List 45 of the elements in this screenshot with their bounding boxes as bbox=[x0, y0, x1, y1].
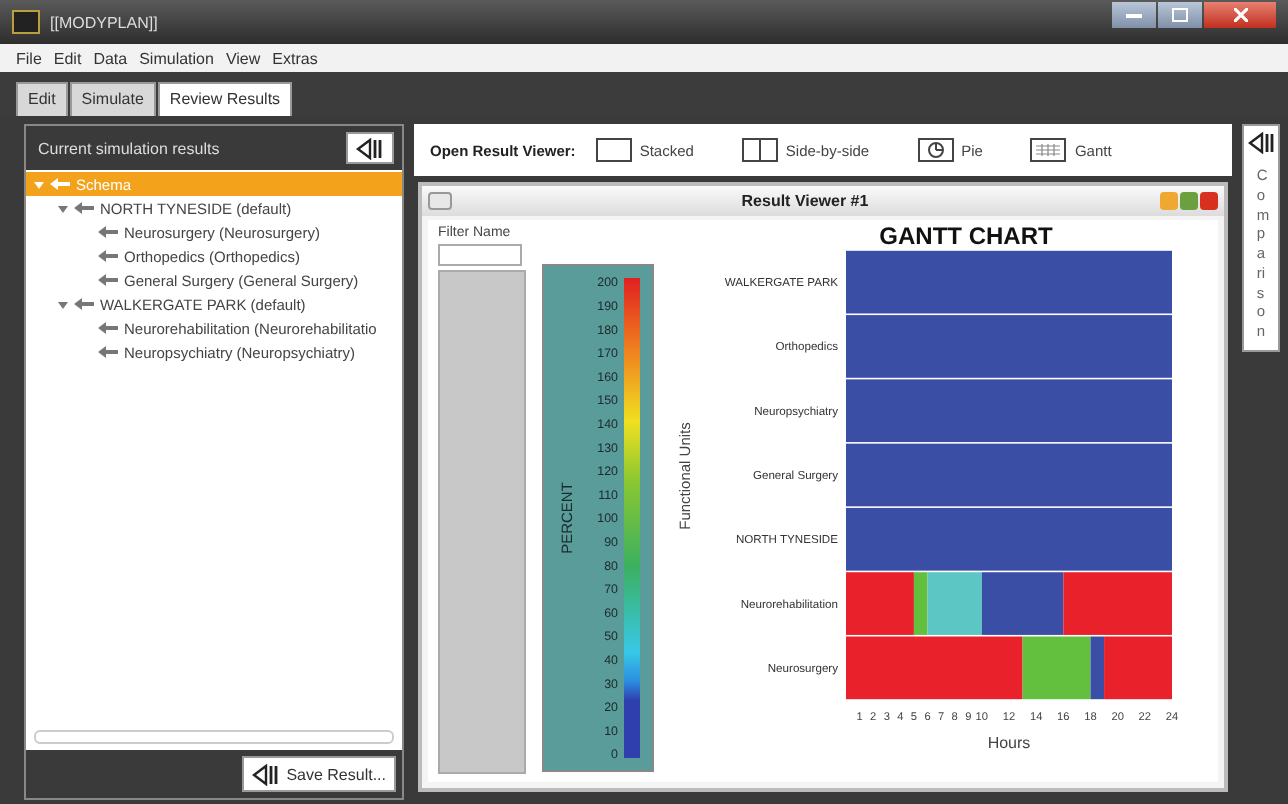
side-by-side-view-icon bbox=[741, 138, 778, 162]
expanded-arrow-icon[interactable] bbox=[58, 203, 68, 213]
filter-list[interactable] bbox=[438, 270, 526, 774]
window-menu-button[interactable] bbox=[428, 192, 452, 210]
menu-item[interactable]: File bbox=[16, 49, 42, 67]
pie-chart-icon bbox=[917, 138, 954, 162]
node-icon bbox=[50, 178, 70, 190]
filter-field[interactable] bbox=[438, 244, 522, 266]
tab[interactable]: Simulate bbox=[69, 82, 156, 116]
menu-item[interactable]: View bbox=[225, 49, 261, 67]
gantt-chart-icon bbox=[1030, 138, 1067, 162]
axis-title: Hours bbox=[987, 734, 1031, 752]
node-icon bbox=[74, 202, 94, 214]
minimize-button[interactable] bbox=[1112, 1, 1156, 27]
node-icon bbox=[98, 322, 118, 334]
node-icon bbox=[98, 274, 118, 286]
app-logo-icon bbox=[12, 10, 40, 34]
stacked-view-icon bbox=[595, 138, 632, 162]
window-title: [[MODYPLAN]] bbox=[50, 13, 160, 31]
tab[interactable]: Edit bbox=[16, 82, 68, 116]
expanded-arrow-icon[interactable] bbox=[34, 179, 44, 189]
menu-item[interactable]: Data bbox=[93, 49, 128, 67]
collapse-button[interactable] bbox=[346, 132, 394, 164]
close-icon bbox=[1233, 7, 1247, 21]
close-button[interactable] bbox=[1204, 1, 1276, 27]
viewer-title: Result Viewer #1 bbox=[739, 192, 871, 210]
chart-title: GANTT CHART bbox=[879, 222, 1053, 250]
node-icon bbox=[98, 346, 118, 358]
expanded-arrow-icon[interactable] bbox=[58, 299, 68, 309]
panel-title: Current simulation results bbox=[38, 139, 220, 157]
collapse-icon bbox=[252, 763, 281, 785]
minimize-icon bbox=[1126, 11, 1142, 17]
save-result-button[interactable]: Save Result... bbox=[242, 756, 396, 792]
node-icon bbox=[98, 226, 118, 238]
node-icon bbox=[98, 250, 118, 262]
node-icon bbox=[74, 298, 94, 310]
menu-item[interactable]: Extras bbox=[272, 49, 318, 67]
maximize-button[interactable] bbox=[1158, 1, 1202, 27]
collapse-icon bbox=[1247, 132, 1275, 154]
maximize-icon bbox=[1172, 7, 1188, 21]
menu-item[interactable]: Simulation bbox=[139, 49, 214, 67]
tab[interactable]: Review Results bbox=[157, 82, 293, 116]
menu-item[interactable]: Edit bbox=[53, 49, 82, 67]
scrollbar[interactable] bbox=[34, 730, 394, 744]
collapse-icon bbox=[356, 137, 384, 159]
